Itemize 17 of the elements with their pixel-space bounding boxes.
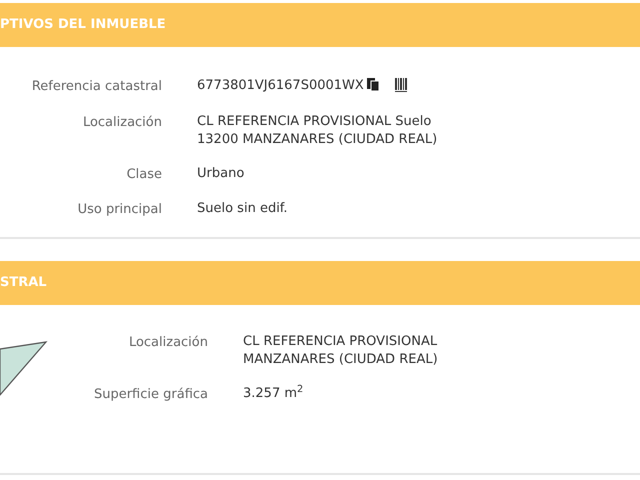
field-value: 6773801VJ6167S0001WX	[197, 77, 364, 95]
field-label: Uso principal	[76, 201, 162, 219]
field-label: Localización	[82, 114, 162, 132]
field-label: Clase	[126, 166, 162, 184]
field-label: Localización	[128, 334, 208, 352]
field-label: Superficie gráfica	[92, 386, 208, 404]
field-value: CL REFERENCIA PROVISIONAL Suelo 13200 MANZANARES (CIUDAD REAL)	[197, 112, 438, 148]
parcel-drawing	[0, 341, 48, 397]
field-value: CL REFERENCIA PROVISIONAL MANZANARES (CIUDAD REAL)	[243, 333, 438, 369]
copy-icon[interactable]	[366, 77, 380, 92]
section-title: STRAL	[0, 274, 47, 292]
section-title: PTIVOS DEL INMUEBLE	[0, 16, 166, 34]
field-value: Urbano	[197, 164, 244, 182]
field-value: 3.257 m$^{2}$	[243, 385, 304, 403]
field-label: Referencia catastral	[30, 78, 162, 96]
field-value: Suelo sin edif.	[197, 200, 288, 218]
barcode-icon[interactable]	[394, 77, 408, 93]
